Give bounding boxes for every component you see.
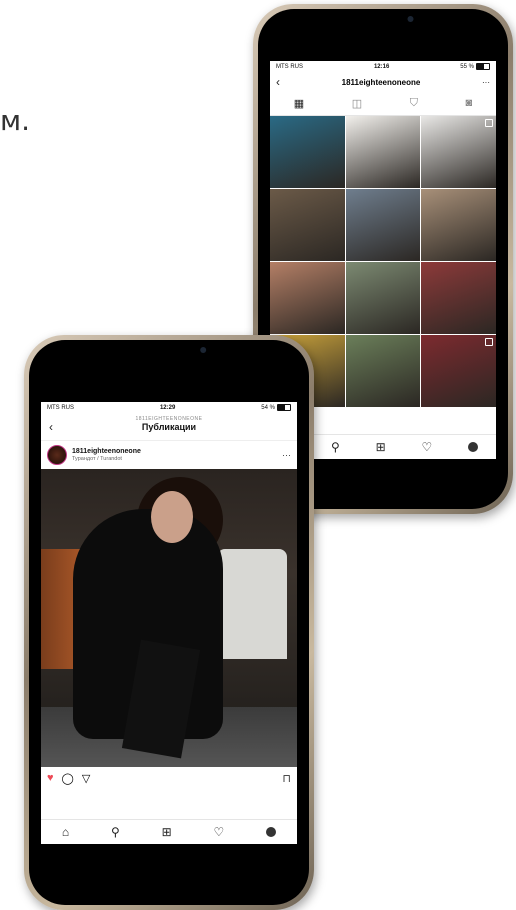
grid-post[interactable] bbox=[270, 262, 345, 334]
post-nav-titles: 1811EIGHTEENONEONE Публикации bbox=[41, 416, 297, 432]
post-screen: MTS RUS 12:29 54 % ‹ 1811EIGHTEENONEONE … bbox=[41, 402, 297, 844]
photo-face bbox=[151, 491, 193, 543]
phone-front-body: MTS RUS 12:29 54 % ‹ 1811EIGHTEENONEONE … bbox=[29, 340, 309, 905]
post-username[interactable]: 1811eighteenoneone bbox=[72, 448, 141, 456]
shopping-bag-icon[interactable]: ⛉ bbox=[410, 97, 418, 110]
heart-icon[interactable]: ♡ bbox=[421, 440, 432, 454]
background-text: м. bbox=[0, 104, 31, 137]
post-photo[interactable] bbox=[41, 469, 297, 767]
battery-label: 54 % bbox=[261, 405, 275, 412]
more-options-button[interactable]: ··· bbox=[482, 78, 490, 87]
profile-tabs: ▦ ◫ ⛉ ◙ bbox=[270, 91, 496, 116]
profile-nav: ‹ 1811eighteenoneone ··· bbox=[270, 73, 496, 91]
grid-icon[interactable]: ▦ bbox=[294, 97, 304, 110]
battery-label: 55 % bbox=[460, 64, 474, 71]
post-meta: 1811eighteenoneone Турандот / Turandot bbox=[72, 448, 141, 462]
avatar[interactable] bbox=[47, 445, 67, 465]
bottom-nav: ⌂ ⚲ ⊞ ♡ bbox=[41, 819, 297, 844]
camera-icon bbox=[199, 347, 206, 353]
grid-post[interactable] bbox=[421, 262, 496, 334]
share-icon[interactable]: ▽ bbox=[82, 772, 90, 785]
tag-icon[interactable]: ◫ bbox=[352, 97, 362, 110]
grid-post[interactable] bbox=[270, 116, 345, 188]
phone-front: MTS RUS 12:29 54 % ‹ 1811EIGHTEENONEONE … bbox=[24, 335, 314, 910]
battery-status: 55 % bbox=[460, 63, 490, 71]
add-icon[interactable]: ⊞ bbox=[376, 440, 386, 454]
profile-icon[interactable] bbox=[468, 442, 479, 452]
notch bbox=[330, 9, 436, 31]
battery-icon bbox=[475, 63, 490, 71]
carousel-icon bbox=[484, 119, 493, 127]
user-tag-icon[interactable]: ◙ bbox=[466, 97, 473, 109]
carousel-icon bbox=[484, 338, 493, 346]
post-nav: ‹ 1811EIGHTEENONEONE Публикации bbox=[41, 414, 297, 441]
profile-title: 1811eighteenoneone bbox=[341, 77, 421, 87]
status-time: 12:29 bbox=[159, 405, 176, 411]
search-icon[interactable]: ⚲ bbox=[331, 440, 340, 454]
comment-icon[interactable]: ◯ bbox=[62, 772, 74, 785]
post-location[interactable]: Турандот / Turandot bbox=[72, 456, 141, 462]
chevron-left-icon[interactable]: ‹ bbox=[276, 75, 280, 89]
bookmark-icon[interactable]: ⊓ bbox=[282, 772, 291, 785]
grid-post[interactable] bbox=[421, 335, 496, 407]
heart-icon[interactable]: ♡ bbox=[213, 825, 224, 839]
status-time: 12:16 bbox=[373, 64, 390, 70]
search-icon[interactable]: ⚲ bbox=[111, 825, 120, 839]
home-icon[interactable]: ⌂ bbox=[62, 825, 69, 839]
status-bar: MTS RUS 12:29 54 % bbox=[41, 402, 297, 414]
grid-post[interactable] bbox=[270, 189, 345, 261]
carrier-label: MTS RUS bbox=[47, 405, 74, 411]
grid-post[interactable] bbox=[345, 262, 421, 334]
like-heart-icon[interactable]: ♥ bbox=[47, 772, 54, 784]
grid-post[interactable] bbox=[421, 116, 496, 188]
grid-post[interactable] bbox=[421, 189, 496, 261]
add-icon[interactable]: ⊞ bbox=[162, 825, 172, 839]
page-title: Публикации bbox=[141, 422, 197, 432]
grid-post[interactable] bbox=[345, 116, 421, 188]
post-more-button[interactable]: ··· bbox=[282, 450, 291, 460]
camera-icon bbox=[407, 16, 414, 22]
carrier-label: MTS RUS bbox=[276, 64, 303, 70]
profile-icon[interactable] bbox=[266, 827, 277, 837]
status-bar: MTS RUS 12:16 55 % bbox=[270, 61, 496, 73]
notch bbox=[110, 340, 228, 362]
grid-post[interactable] bbox=[345, 189, 421, 261]
battery-icon bbox=[276, 404, 291, 412]
grid-post[interactable] bbox=[345, 335, 421, 407]
post-header: 1811eighteenoneone Турандот / Turandot ·… bbox=[41, 441, 297, 469]
battery-status: 54 % bbox=[261, 404, 291, 412]
post-actions: ♥ ◯ ▽ ⊓ bbox=[41, 767, 297, 789]
photo-table bbox=[217, 549, 287, 659]
